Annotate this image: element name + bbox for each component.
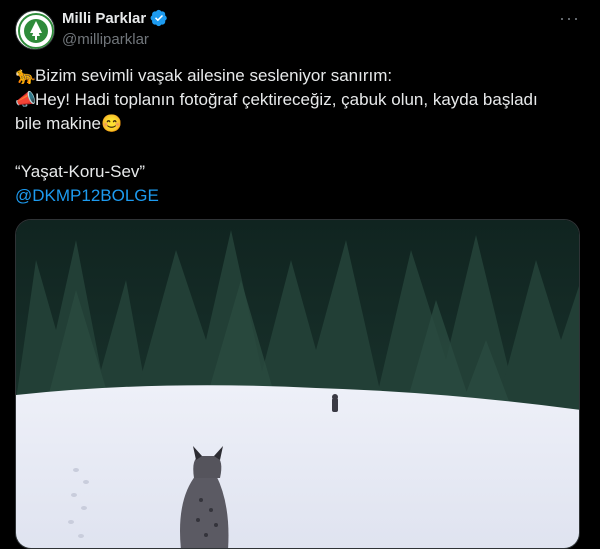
tweet-quote: “Yaşat-Koru-Sev” — [15, 162, 146, 181]
more-options-icon[interactable]: ··· — [559, 8, 580, 29]
smiling-emoji-icon: 😊 — [101, 114, 123, 133]
avatar[interactable] — [15, 10, 55, 50]
tweet-line-2: 📣Hey! Hadi toplanın fotoğraf çektireceği… — [15, 88, 585, 112]
author-handle[interactable]: @milliparklar — [62, 31, 149, 48]
tweet-line-2-text: Hey! Hadi toplanın fotoğraf çektireceğiz… — [35, 90, 538, 109]
tweet-line-1-text: Bizim sevimli vaşak ailesine sesleniyor … — [35, 66, 393, 85]
tweet-line-3-text: bile makine — [15, 114, 101, 133]
display-name[interactable]: Milli Parklar — [62, 10, 146, 27]
tweet-line-3: bile makine😊 — [15, 112, 585, 136]
author-row: Milli Parklar — [62, 9, 168, 27]
tweet-photo[interactable] — [15, 219, 580, 549]
lynx-in-snow-photo — [16, 220, 579, 548]
mention-link[interactable]: @DKMP12BOLGE — [15, 186, 159, 205]
verified-badge-icon — [150, 9, 167, 27]
leopard-emoji-icon: 🐆 — [15, 66, 37, 85]
tweet-text: 🐆Bizim sevimli vaşak ailesine sesleniyor… — [15, 64, 585, 208]
tweet-line-1: 🐆Bizim sevimli vaşak ailesine sesleniyor… — [15, 64, 585, 88]
milli-parklar-logo-icon — [18, 13, 54, 49]
megaphone-emoji-icon: 📣 — [15, 90, 37, 109]
